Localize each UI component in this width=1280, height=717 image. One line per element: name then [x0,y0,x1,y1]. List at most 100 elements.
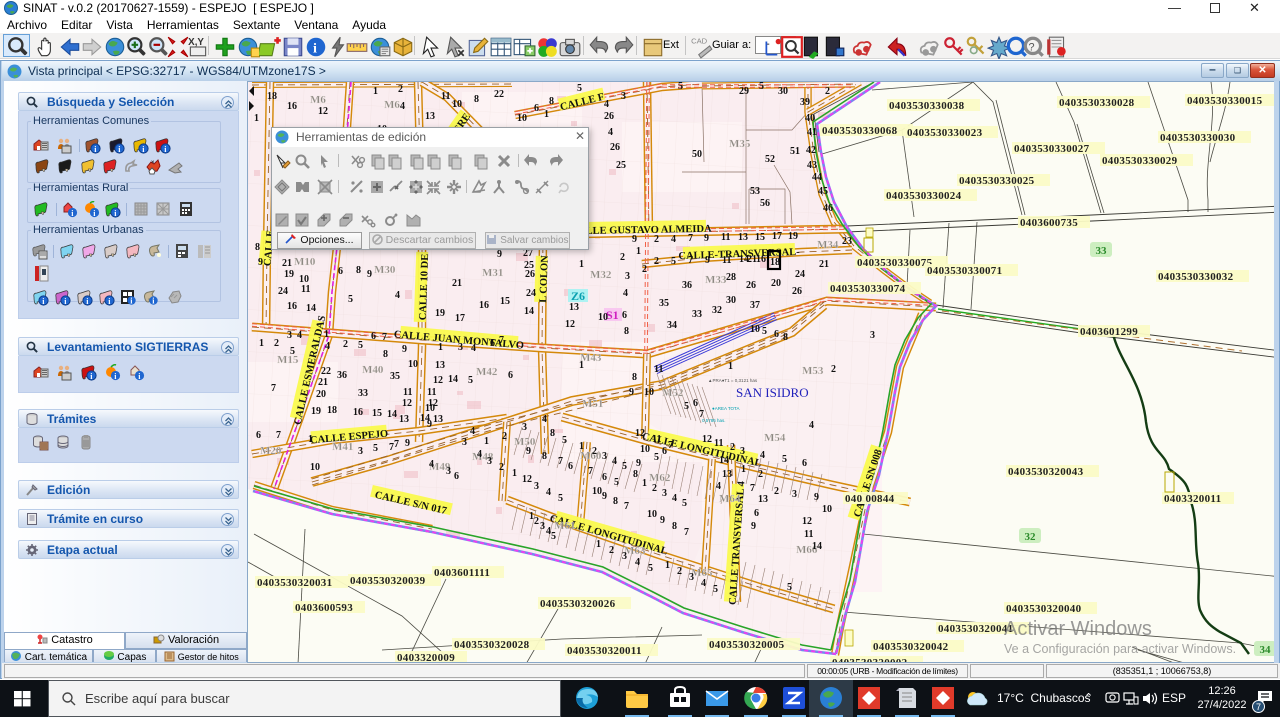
svg-text:M63: M63 [624,545,646,557]
svg-text:10: 10 [310,462,320,473]
svg-text:1: 1 [259,338,264,349]
svg-text:50: 50 [692,149,702,160]
svg-text:15: 15 [500,296,510,307]
svg-text:22: 22 [494,89,504,100]
svg-text:2: 2 [343,339,348,350]
svg-text:18: 18 [267,91,277,102]
svg-text:7: 7 [499,335,504,346]
svg-text:8: 8 [383,349,388,360]
svg-text:1: 1 [642,478,647,489]
svg-text:2: 2 [499,462,504,473]
svg-text:1: 1 [579,259,584,270]
svg-text:0403530320031: 0403530320031 [257,577,332,589]
svg-text:42: 42 [806,145,816,156]
svg-text:0403530320041: 0403530320041 [938,623,1013,635]
svg-text:5: 5 [787,582,792,593]
svg-text:18: 18 [770,257,780,268]
svg-text:M33: M33 [705,274,727,286]
svg-text:45: 45 [818,186,828,197]
svg-text:SAN ISIDRO: SAN ISIDRO [736,385,809,400]
svg-text:4: 4 [546,487,551,498]
svg-text:7: 7 [394,439,399,450]
svg-text:2: 2 [398,84,403,95]
svg-text:4: 4 [671,234,676,245]
svg-text:M50: M50 [514,436,536,448]
svg-text:Activar Windows: Activar Windows [1004,618,1152,640]
svg-text:16: 16 [756,254,766,265]
svg-text:10: 10 [592,486,602,497]
svg-text:9: 9 [751,521,756,532]
svg-text:2: 2 [609,545,614,556]
svg-text:M32: M32 [590,269,612,281]
svg-text:13: 13 [722,469,732,480]
svg-text:11: 11 [403,387,412,398]
svg-text:2: 2 [592,446,597,457]
svg-text:2: 2 [652,483,657,494]
svg-text:M42: M42 [476,366,498,378]
svg-text:4: 4 [623,288,628,299]
svg-text:11: 11 [301,284,310,295]
svg-text:13: 13 [435,360,445,371]
svg-text:6: 6 [774,329,779,340]
svg-text:0403530330075: 0403530330075 [857,257,933,269]
svg-text:0403601299: 0403601299 [1080,326,1138,338]
svg-text:8: 8 [542,451,547,462]
svg-text:9: 9 [660,515,665,526]
svg-text:M15: M15 [277,354,299,366]
svg-text:3: 3 [446,466,451,477]
svg-text:9: 9 [367,269,372,280]
svg-text:0403320011: 0403320011 [1164,493,1221,505]
svg-text:i: i [313,40,317,56]
svg-text:3: 3 [662,488,667,499]
svg-text:10: 10 [822,504,832,515]
svg-text:26: 26 [604,111,614,122]
svg-text:20: 20 [316,389,326,400]
svg-text:0403530320026: 0403530320026 [540,598,616,610]
svg-text:2: 2 [730,442,735,453]
svg-text:12: 12 [402,398,412,409]
svg-text:12: 12 [522,474,532,485]
svg-text:13: 13 [425,111,435,122]
svg-text:5: 5 [468,375,473,386]
svg-text:4: 4 [612,456,617,467]
svg-text:7: 7 [588,466,593,477]
svg-text:2: 2 [274,338,279,349]
svg-text:16: 16 [287,301,297,312]
svg-text:M20: M20 [260,445,282,457]
svg-text:17: 17 [772,231,782,242]
svg-text:11: 11 [427,387,436,398]
svg-text:11: 11 [652,434,661,445]
svg-text:13: 13 [758,494,768,505]
svg-text:7: 7 [699,409,704,420]
svg-text:1: 1 [579,441,584,452]
svg-text:5: 5 [614,477,619,488]
svg-text:1: 1 [512,468,517,479]
svg-text:24: 24 [526,288,536,299]
svg-text:7: 7 [750,483,755,494]
svg-text:9: 9 [636,458,641,469]
svg-text:4: 4 [701,578,706,589]
svg-text:M35: M35 [729,138,751,150]
svg-text:9: 9 [526,446,531,457]
svg-text:0403600735: 0403600735 [1020,217,1078,229]
svg-text:8: 8 [550,428,555,439]
svg-text:33: 33 [1096,245,1108,257]
svg-text:0403601111: 0403601111 [434,567,490,579]
svg-text:19: 19 [435,308,445,319]
svg-text:M6: M6 [310,94,326,106]
svg-text:14: 14 [387,409,397,420]
svg-text:4: 4 [604,99,609,110]
svg-text:0403530330071: 0403530330071 [927,265,1002,277]
svg-text:11: 11 [654,364,663,375]
svg-text:3: 3 [487,456,492,467]
svg-text:0403530320040: 0403530320040 [1006,603,1082,615]
svg-text:10: 10 [408,359,418,370]
svg-text:7: 7 [684,527,689,538]
svg-text:0403530330027: 0403530330027 [1014,143,1090,155]
svg-text:7: 7 [558,456,563,467]
svg-text:8: 8 [672,521,677,532]
svg-text:M51: M51 [582,398,603,410]
svg-text:22: 22 [321,366,331,377]
svg-text:7: 7 [688,233,693,244]
svg-text:4: 4 [297,330,302,341]
